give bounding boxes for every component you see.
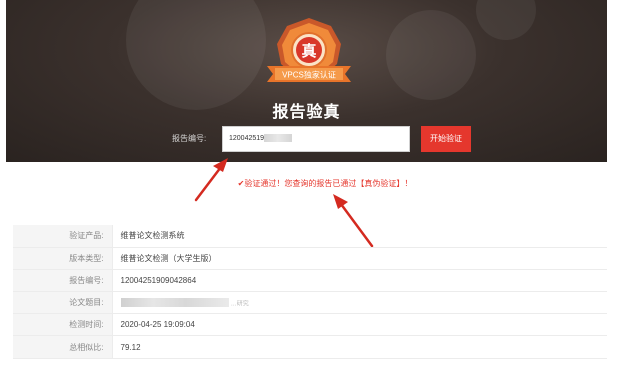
row-value: 12004251909042864: [112, 269, 607, 293]
badge-seal-text: 真: [301, 42, 316, 60]
row-label: 验证产品:: [13, 225, 113, 248]
report-number-label: 报告编号:: [172, 134, 207, 143]
row-label: 版本类型:: [13, 247, 113, 270]
redacted-digits: [264, 134, 292, 142]
redacted-title: [120, 298, 229, 308]
start-verify-button[interactable]: 开始验证: [421, 126, 471, 152]
verification-badge-icon: 真 VPCS独家认证: [267, 18, 351, 82]
badge-ribbon-text: VPCS独家认证: [282, 70, 336, 80]
table-row: 论文题目: …研究: [13, 291, 607, 315]
table-row: 版本类型: 维普论文检测（大学生版）: [13, 247, 607, 270]
table-row: 验证产品: 维普论文检测系统: [13, 225, 607, 248]
row-value: 维普论文检测（大学生版）: [112, 247, 607, 270]
report-number-input[interactable]: 12004251909: [222, 126, 410, 152]
page-title: 报告验真: [272, 104, 341, 121]
row-value: …研究: [112, 291, 607, 315]
background-bokeh: [126, 0, 266, 110]
row-label: 总相似比:: [13, 335, 113, 359]
title-tail-text: …研究: [230, 301, 249, 308]
row-value: 2020-04-25 19:09:04: [112, 313, 607, 337]
verification-result-message: ✔验证通过！您查询的报告已通过【真伪验证】！: [237, 179, 413, 188]
table-row: 检测时间: 2020-04-25 19:09:04: [13, 313, 607, 337]
table-row: 报告编号: 12004251909042864: [13, 269, 607, 293]
table-row: 总相似比: 79.12: [13, 335, 607, 359]
hero-banner: 真 VPCS独家认证 报告验真 报告编号: 12004251909 开始验证: [6, 0, 607, 162]
row-label: 论文题目:: [13, 291, 113, 315]
row-label: 检测时间:: [13, 313, 113, 337]
background-bokeh: [386, 10, 476, 100]
row-value: 维普论文检测系统: [112, 225, 607, 248]
background-bokeh: [476, 0, 536, 40]
row-value: 79.12: [112, 335, 607, 359]
report-info-table: 验证产品: 维普论文检测系统 版本类型: 维普论文检测（大学生版） 报告编号: …: [13, 225, 607, 359]
row-label: 报告编号:: [13, 269, 113, 293]
